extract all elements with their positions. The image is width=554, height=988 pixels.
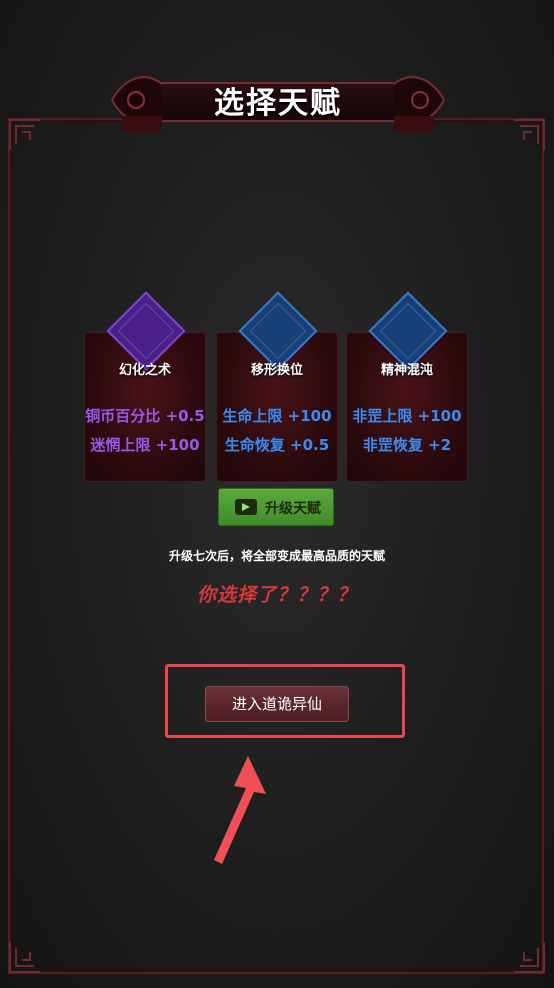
pointer-arrow-icon [214, 756, 266, 864]
title-plate: 选择天赋 [108, 66, 448, 134]
corner-ornament-icon [514, 119, 545, 150]
corner-ornament-icon [9, 119, 40, 150]
enter-game-button[interactable]: 进入道诡异仙 [205, 686, 349, 722]
talent-name: 移形换位 [250, 363, 303, 378]
upgrade-talent-label: 升级天赋 [265, 501, 321, 517]
talent-name: 幻化之术 [118, 363, 171, 378]
talent-card-3[interactable]: 精神混沌 非罡上限 +100 非罡恢复 +2 [346, 291, 468, 482]
panel-frame [8, 118, 544, 974]
talent-card-1[interactable]: 幻化之术 铜币百分比 +0.5 迷惘上限 +100 [84, 291, 206, 482]
chosen-talent-text: 你选择了？？？？ [196, 584, 357, 606]
corner-ornament-icon [9, 942, 40, 973]
talent-stat: 迷惘上限 +100 [90, 436, 200, 454]
talent-card-2[interactable]: 移形换位 生命上限 +100 生命恢复 +0.5 [216, 291, 338, 482]
corner-ornament-icon [514, 942, 545, 973]
talent-cards: 幻化之术 铜币百分比 +0.5 迷惘上限 +100 移形换位 生命上限 +100… [84, 291, 474, 484]
talent-stat: 非罡上限 +100 [352, 407, 462, 425]
talent-stat: 非罡恢复 +2 [362, 436, 452, 454]
page-title: 选择天赋 [214, 86, 342, 121]
talent-name: 精神混沌 [380, 363, 433, 378]
upgrade-talent-button[interactable]: 升级天赋 [218, 488, 334, 526]
upgrade-hint: 升级七次后，将全部变成最高品质的天赋 [168, 549, 385, 563]
talent-stat: 生命上限 +100 [222, 407, 332, 425]
video-camera-icon [235, 499, 257, 515]
talent-stat: 铜币百分比 +0.5 [85, 407, 205, 425]
talent-stat: 生命恢复 +0.5 [224, 436, 330, 454]
